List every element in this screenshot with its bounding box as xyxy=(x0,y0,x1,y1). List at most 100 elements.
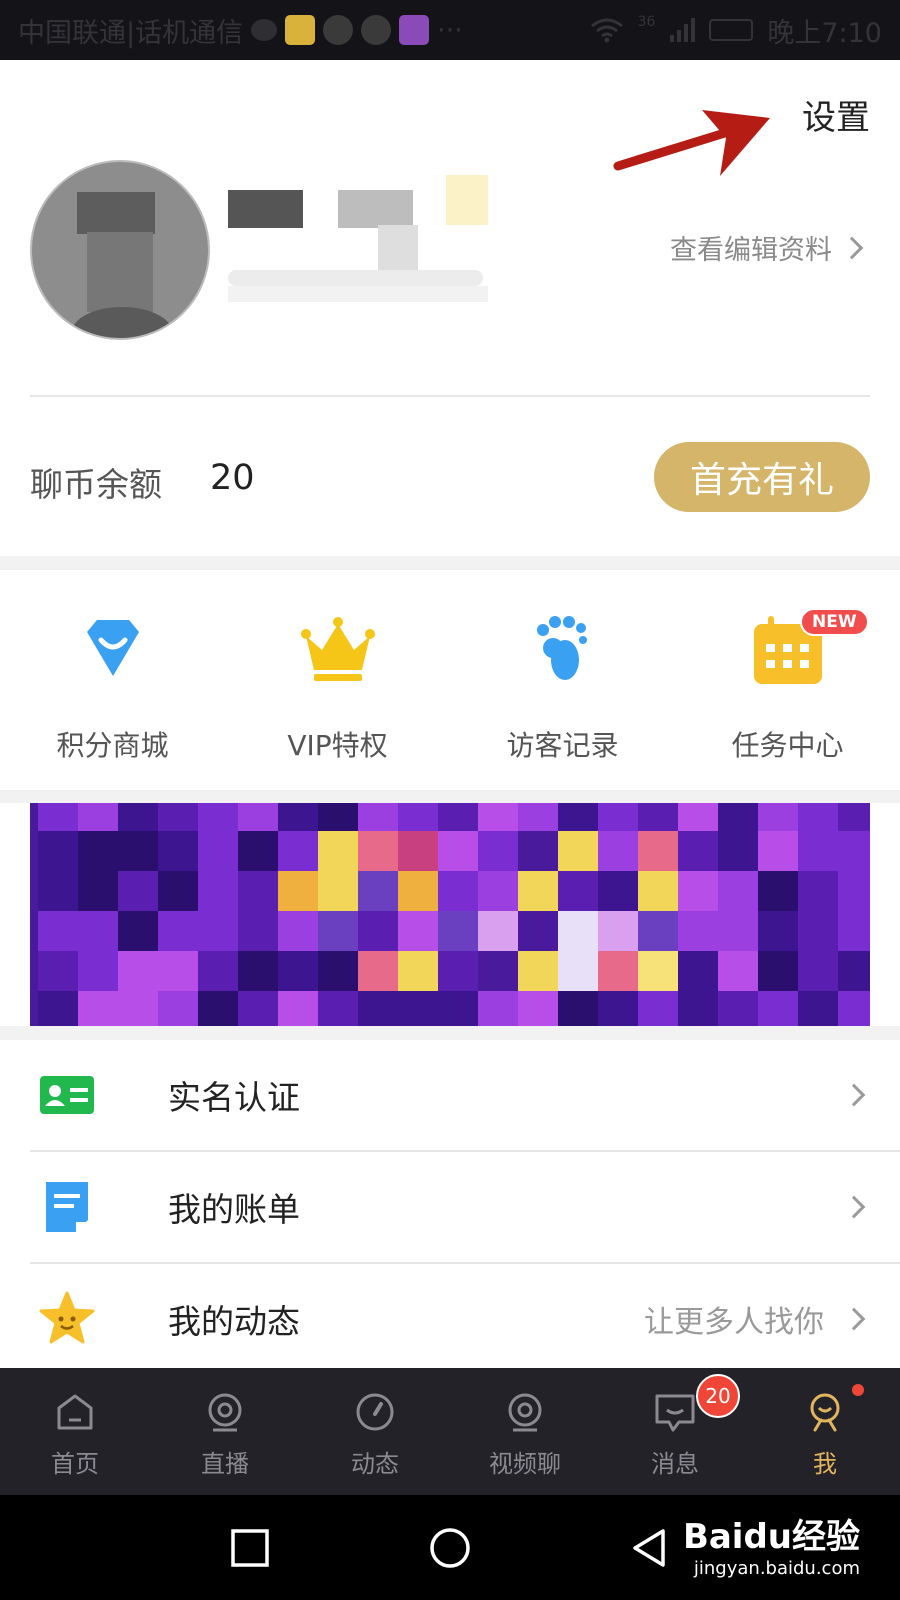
banner-pixel xyxy=(78,991,118,1026)
banner-pixel xyxy=(198,831,238,871)
avatar[interactable] xyxy=(30,160,210,340)
banner-pixel xyxy=(238,831,278,871)
banner-pixel xyxy=(518,911,558,951)
banner-pixel xyxy=(118,803,158,831)
nav-label: 动态 xyxy=(351,1450,399,1478)
banner-pixel xyxy=(358,831,398,871)
banner-pixel xyxy=(678,951,718,991)
banner-pixel xyxy=(158,991,198,1026)
list-item-label: 实名认证 xyxy=(168,1078,300,1117)
system-nav-bar: Baidu经验 jingyan.baidu.com xyxy=(0,1495,900,1600)
nav-item-me[interactable]: 我 xyxy=(750,1368,900,1495)
banner-pixel xyxy=(798,951,838,991)
banner-pixel xyxy=(118,831,158,871)
banner-pixel xyxy=(838,871,870,911)
watermark-main: Baidu经验 xyxy=(682,1517,860,1557)
banner-pixel xyxy=(838,951,870,991)
banner-pixel xyxy=(318,911,358,951)
crown-icon xyxy=(300,617,375,681)
banner-pixel xyxy=(158,831,198,871)
grid-item-vip[interactable]: VIP特权 xyxy=(225,570,450,790)
nav-item-live[interactable]: 直播 xyxy=(150,1368,300,1495)
list-item-my-bills[interactable]: 我的账单 xyxy=(30,1152,900,1262)
list-item-real-name-verification[interactable]: 实名认证 xyxy=(30,1040,900,1150)
banner-pixel xyxy=(238,911,278,951)
view-edit-profile-label: 查看编辑资料 xyxy=(670,235,832,266)
banner-pixel xyxy=(78,871,118,911)
banner-pixel xyxy=(598,951,638,991)
banner-pixel xyxy=(38,803,78,831)
chevron-right-icon xyxy=(842,1307,866,1331)
banner-pixel xyxy=(478,911,518,951)
banner-pixel xyxy=(638,831,678,871)
banner-pixel xyxy=(558,911,598,951)
banner-pixel xyxy=(758,951,798,991)
banner-pixel xyxy=(838,803,870,831)
banner-pixel xyxy=(758,803,798,831)
banner-pixel xyxy=(158,951,198,991)
app-notification-icon xyxy=(323,15,354,45)
settings-button[interactable]: 设置 xyxy=(802,90,870,139)
banner-pixel xyxy=(718,831,758,871)
app-notification-icon xyxy=(285,15,316,45)
banner-pixel xyxy=(198,871,238,911)
banner-pixel xyxy=(358,803,398,831)
banner-pixel xyxy=(358,951,398,991)
banner-pixel xyxy=(238,951,278,991)
banner-pixel xyxy=(318,951,358,991)
banner-pixel xyxy=(518,871,558,911)
nav-item-moments[interactable]: 动态 xyxy=(300,1368,450,1495)
blurred-username xyxy=(228,175,498,315)
banner-pixel xyxy=(158,803,198,831)
home-button-icon[interactable] xyxy=(425,1523,475,1573)
banner-pixel xyxy=(278,871,318,911)
banner-pixel xyxy=(758,831,798,871)
banner-pixel xyxy=(838,991,870,1026)
divider xyxy=(30,395,870,397)
banner-pixel xyxy=(638,951,678,991)
banner-pixel xyxy=(198,911,238,951)
app-notification-icon xyxy=(361,15,392,45)
promo-banner[interactable] xyxy=(30,803,870,1026)
baidu-jingyan-watermark: Baidu经验 jingyan.baidu.com xyxy=(683,1509,860,1579)
view-edit-profile-link[interactable]: 查看编辑资料 xyxy=(670,228,864,267)
compass-icon xyxy=(356,1393,394,1431)
nav-item-home[interactable]: 首页 xyxy=(0,1368,150,1495)
list-item-my-moments[interactable]: 我的动态 让更多人找你 xyxy=(30,1264,900,1374)
blur-block xyxy=(228,286,488,302)
grid-item-points-mall[interactable]: 积分商城 xyxy=(0,570,225,790)
nav-item-messages[interactable]: 20 消息 xyxy=(600,1368,750,1495)
banner-pixel xyxy=(718,871,758,911)
banner-pixel xyxy=(758,911,798,951)
banner-pixel xyxy=(478,991,518,1026)
message-icon xyxy=(655,1394,695,1432)
section-separator xyxy=(0,556,900,570)
back-icon[interactable] xyxy=(625,1523,675,1573)
vip-badge-blur xyxy=(446,175,488,225)
banner-pixel xyxy=(718,803,758,831)
recent-apps-icon[interactable] xyxy=(225,1523,275,1573)
banner-pixel xyxy=(678,831,718,871)
first-recharge-button[interactable]: 首充有礼 xyxy=(654,442,870,512)
banner-pixel xyxy=(198,803,238,831)
banner-pixel xyxy=(838,911,870,951)
chat-bubble-icon xyxy=(251,19,278,41)
nav-item-video-chat[interactable]: 视频聊 xyxy=(450,1368,600,1495)
grid-item-task-center[interactable]: NEW 任务中心 xyxy=(675,570,900,790)
banner-pixel xyxy=(678,911,718,951)
battery-icon xyxy=(709,19,754,41)
list-item-label: 我的动态 xyxy=(168,1302,300,1341)
banner-pixel xyxy=(398,871,438,911)
banner-pixel xyxy=(278,911,318,951)
network-type: 36 xyxy=(637,14,656,30)
list-item-right xyxy=(842,1083,866,1107)
list-item-hint: 让更多人找你 xyxy=(644,1305,824,1340)
banner-pixel xyxy=(598,911,638,951)
banner-pixel xyxy=(638,991,678,1026)
banner-pixel xyxy=(78,951,118,991)
shopping-bag-icon xyxy=(86,620,139,676)
status-left: 中国联通|话机通信 ··· xyxy=(18,11,463,50)
blur-block xyxy=(228,190,303,228)
grid-item-visitors[interactable]: 访客记录 xyxy=(450,570,675,790)
grid-item-label: VIP特权 xyxy=(287,729,388,762)
